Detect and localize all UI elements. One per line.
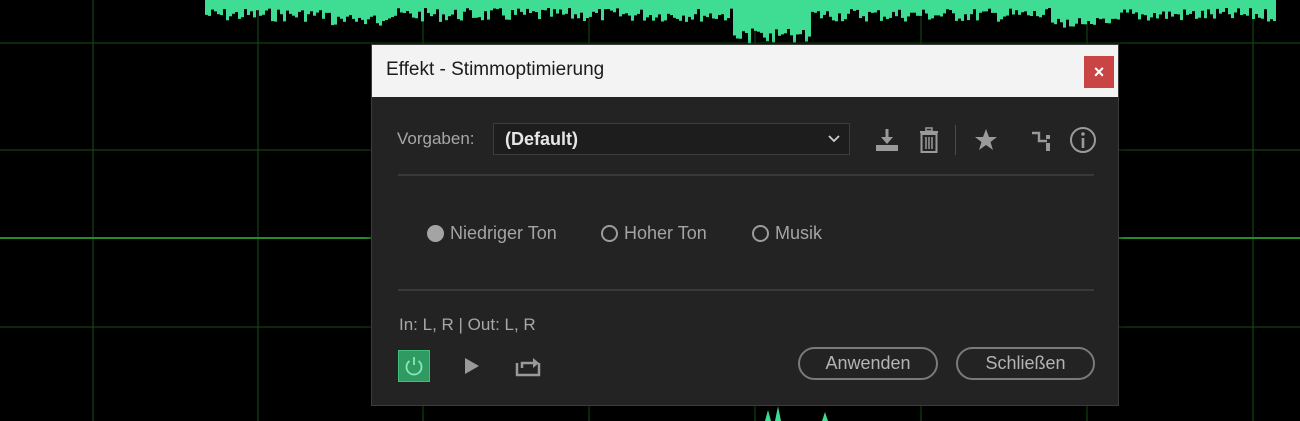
close-icon[interactable]: × bbox=[1084, 56, 1114, 88]
trash-icon[interactable] bbox=[914, 125, 944, 155]
io-channels-text: In: L, R | Out: L, R bbox=[399, 315, 536, 334]
radio-niedriger-ton[interactable]: Niedriger Ton bbox=[427, 219, 557, 247]
radio-label: Niedriger Ton bbox=[450, 222, 557, 243]
presets-selected-value: (Default) bbox=[505, 129, 578, 149]
presets-row: Vorgaben: (Default) bbox=[372, 123, 1118, 157]
radio-label: Musik bbox=[775, 222, 823, 243]
radio-hoher-ton[interactable]: Hoher Ton bbox=[601, 219, 707, 247]
mode-radio-group: Niedriger Ton Hoher Ton Musik bbox=[372, 219, 1118, 247]
apply-button[interactable]: Anwenden bbox=[798, 347, 938, 380]
power-toggle-button[interactable] bbox=[398, 350, 430, 382]
radio-button[interactable] bbox=[752, 224, 769, 242]
radio-button-checked[interactable] bbox=[427, 224, 444, 242]
close-button[interactable]: Schließen bbox=[956, 347, 1095, 380]
dialog-title: Effekt - Stimmoptimierung bbox=[386, 59, 605, 80]
effect-dialog: Effekt - Stimmoptimierung × Vorgaben: (D… bbox=[371, 44, 1119, 406]
play-icon[interactable] bbox=[456, 351, 486, 381]
radio-musik[interactable]: Musik bbox=[752, 219, 822, 247]
divider-top bbox=[398, 174, 1094, 176]
waveform-bottom-peaks bbox=[765, 406, 828, 421]
toolbar-divider bbox=[955, 125, 956, 155]
presets-label: Vorgaben: bbox=[397, 129, 475, 148]
presets-dropdown[interactable]: (Default) bbox=[493, 123, 850, 155]
dialog-titlebar[interactable]: Effekt - Stimmoptimierung × bbox=[372, 45, 1118, 97]
radio-button[interactable] bbox=[601, 224, 618, 242]
info-icon[interactable] bbox=[1068, 125, 1098, 155]
radio-label: Hoher Ton bbox=[624, 222, 707, 243]
star-icon[interactable] bbox=[971, 125, 1001, 155]
divider-bottom bbox=[398, 289, 1094, 291]
routing-icon[interactable] bbox=[1027, 125, 1057, 155]
power-icon bbox=[405, 357, 423, 376]
chevron-down-icon bbox=[828, 135, 840, 143]
download-icon[interactable] bbox=[872, 125, 902, 155]
loop-icon[interactable] bbox=[512, 351, 544, 381]
waveform-peaks bbox=[205, 0, 1276, 44]
